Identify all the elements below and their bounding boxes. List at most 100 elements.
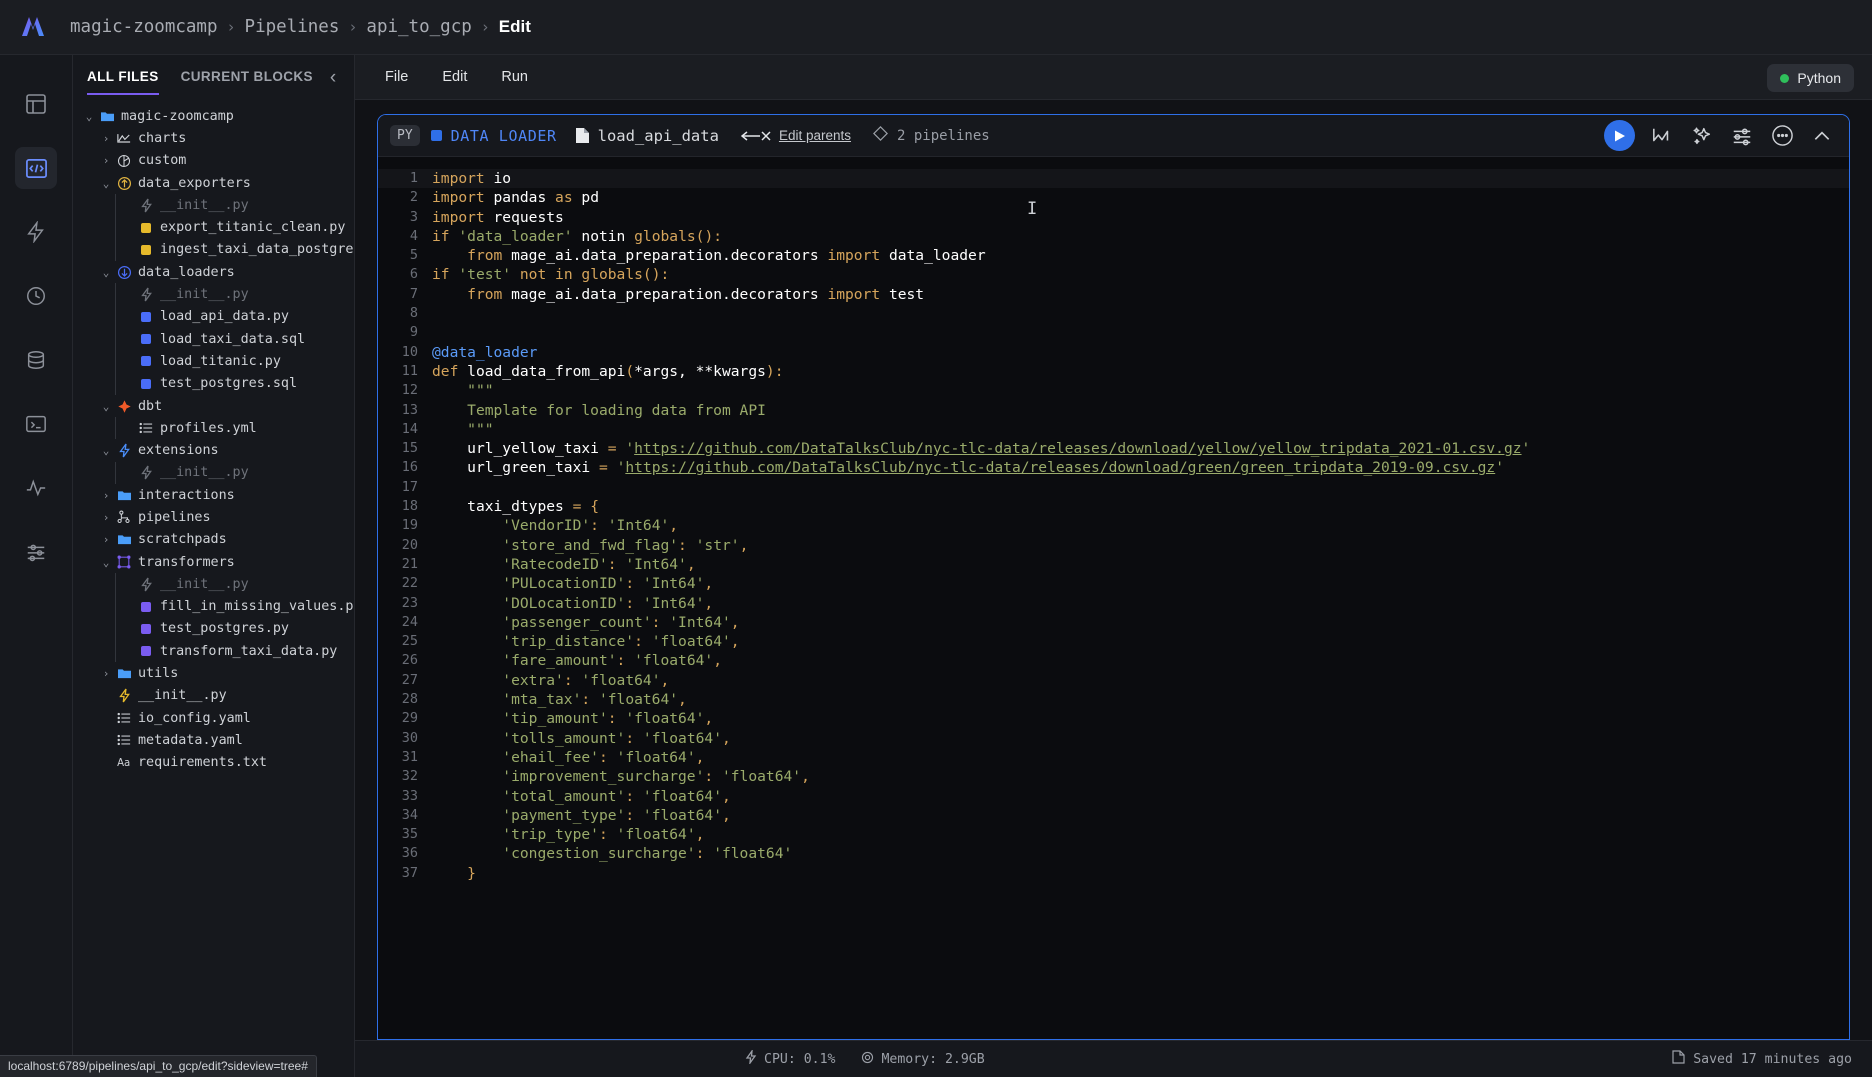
menu-run[interactable]: Run <box>489 63 540 91</box>
code-line[interactable]: 23 'DOLocationID': 'Int64', <box>378 594 1849 613</box>
tree-item-interactions[interactable]: ›interactions <box>73 484 354 506</box>
pipeline-runs-icon[interactable] <box>15 339 57 381</box>
code-line[interactable]: 5 from mage_ai.data_preparation.decorato… <box>378 246 1849 265</box>
terminal-icon[interactable] <box>15 403 57 445</box>
code-line[interactable]: 16 url_green_taxi = 'https://github.com/… <box>378 458 1849 477</box>
tree-item-load-taxi-data-sql[interactable]: ›load_taxi_data.sql <box>73 328 354 350</box>
code-line[interactable]: 25 'trip_distance': 'float64', <box>378 632 1849 651</box>
tree-item-load-titanic-py[interactable]: ›load_titanic.py <box>73 350 354 372</box>
menu-edit[interactable]: Edit <box>430 63 479 91</box>
tree-caret-icon[interactable]: ⌄ <box>98 266 114 279</box>
tree-item-utils[interactable]: ›utils <box>73 662 354 684</box>
tree-caret-icon[interactable]: ⌄ <box>98 400 114 413</box>
tree-item-test-postgres-sql[interactable]: ›test_postgres.sql <box>73 373 354 395</box>
tree-caret-icon[interactable]: › <box>98 132 114 145</box>
tree-caret-icon[interactable]: › <box>98 511 114 524</box>
code-line[interactable]: 3import requests <box>378 208 1849 227</box>
tree-item--init-py[interactable]: ›__init__.py <box>73 573 354 595</box>
menu-file[interactable]: File <box>373 63 420 91</box>
code-line[interactable]: 20 'store_and_fwd_flag': 'str', <box>378 536 1849 555</box>
tree-item--init-py[interactable]: ›__init__.py <box>73 462 354 484</box>
pipelines-count[interactable]: 2 pipelines <box>873 126 990 145</box>
code-line[interactable]: 34 'payment_type': 'float64', <box>378 806 1849 825</box>
code-line[interactable]: 30 'tolls_amount': 'float64', <box>378 729 1849 748</box>
tree-caret-icon[interactable]: ⌄ <box>81 110 97 123</box>
history-clock-icon[interactable] <box>15 275 57 317</box>
dashboard-icon[interactable] <box>15 83 57 125</box>
breadcrumb-item-pipeline[interactable]: api_to_gcp <box>366 17 471 37</box>
code-line[interactable]: 9 <box>378 323 1849 342</box>
tree-item-requirements-txt[interactable]: ›Aarequirements.txt <box>73 752 354 774</box>
code-line[interactable]: 1import io <box>378 169 1849 188</box>
block-settings-sliders-icon[interactable] <box>1729 123 1755 149</box>
tree-caret-icon[interactable]: ⌄ <box>98 556 114 569</box>
collapse-chevron-up-icon[interactable] <box>1809 123 1835 149</box>
code-line[interactable]: 24 'passenger_count': 'Int64', <box>378 613 1849 632</box>
code-line[interactable]: 31 'ehail_fee': 'float64', <box>378 748 1849 767</box>
collapse-sidebar-chevron-left-icon[interactable]: ‹ <box>320 65 346 91</box>
code-line[interactable]: 26 'fare_amount': 'float64', <box>378 651 1849 670</box>
kernel-status-badge[interactable]: Python <box>1767 64 1854 92</box>
code-line[interactable]: 7 from mage_ai.data_preparation.decorato… <box>378 285 1849 304</box>
tree-caret-icon[interactable]: › <box>98 154 114 167</box>
code-editor-icon[interactable] <box>15 147 57 189</box>
tree-item-custom[interactable]: ›custom <box>73 150 354 172</box>
tree-item-transform-taxi-data-py[interactable]: ›transform_taxi_data.py <box>73 640 354 662</box>
run-block-button[interactable] <box>1604 120 1635 151</box>
tree-item-io-config-yaml[interactable]: ›io_config.yaml <box>73 707 354 729</box>
settings-sliders-icon[interactable] <box>15 531 57 573</box>
monitor-activity-icon[interactable] <box>15 467 57 509</box>
edit-parents-link[interactable]: Edit parents <box>779 128 851 143</box>
code-line[interactable]: 33 'total_amount': 'float64', <box>378 787 1849 806</box>
code-line[interactable]: 6if 'test' not in globals(): <box>378 265 1849 284</box>
tree-item-pipelines[interactable]: ›pipelines <box>73 506 354 528</box>
tree-item-ingest-taxi-data-postgres-py[interactable]: ›ingest_taxi_data_postgres.py <box>73 239 354 261</box>
tree-item-magic-zoomcamp[interactable]: ⌄magic-zoomcamp <box>73 105 354 127</box>
tree-item-test-postgres-py[interactable]: ›test_postgres.py <box>73 618 354 640</box>
ai-sparkles-icon[interactable] <box>1689 123 1715 149</box>
tree-item-transformers[interactable]: ⌄transformers <box>73 551 354 573</box>
code-editor[interactable]: I 1import io2import pandas as pd3import … <box>378 157 1849 1039</box>
chart-icon[interactable] <box>1649 123 1675 149</box>
tree-item-dbt[interactable]: ⌄dbt <box>73 395 354 417</box>
code-line[interactable]: 22 'PULocationID': 'Int64', <box>378 574 1849 593</box>
mage-logo[interactable] <box>18 12 48 42</box>
trigger-bolt-icon[interactable] <box>15 211 57 253</box>
code-line[interactable]: 27 'extra': 'float64', <box>378 671 1849 690</box>
code-line[interactable]: 11def load_data_from_api(*args, **kwargs… <box>378 362 1849 381</box>
code-line[interactable]: 28 'mta_tax': 'float64', <box>378 690 1849 709</box>
code-line[interactable]: 12 """ <box>378 381 1849 400</box>
code-line[interactable]: 8 <box>378 304 1849 323</box>
code-line[interactable]: 17 <box>378 478 1849 497</box>
tree-caret-icon[interactable]: ⌄ <box>98 444 114 457</box>
block-name-label[interactable]: load_api_data <box>598 127 719 145</box>
tree-caret-icon[interactable]: › <box>98 489 114 502</box>
code-line[interactable]: 19 'VendorID': 'Int64', <box>378 516 1849 535</box>
breadcrumb-item-pipelines[interactable]: Pipelines <box>245 17 340 37</box>
tree-item-data-loaders[interactable]: ⌄data_loaders <box>73 261 354 283</box>
tree-item-load-api-data-py[interactable]: ›load_api_data.py <box>73 306 354 328</box>
code-line[interactable]: 4if 'data_loader' notin globals(): <box>378 227 1849 246</box>
code-line[interactable]: 21 'RatecodeID': 'Int64', <box>378 555 1849 574</box>
tree-item-export-titanic-clean-py[interactable]: ›export_titanic_clean.py <box>73 216 354 238</box>
tree-item-fill-in-missing-values-py[interactable]: ›fill_in_missing_values.py <box>73 596 354 618</box>
tree-item-charts[interactable]: ›charts <box>73 127 354 149</box>
tree-caret-icon[interactable]: › <box>98 667 114 680</box>
code-line[interactable]: 32 'improvement_surcharge': 'float64', <box>378 767 1849 786</box>
code-line[interactable]: 2import pandas as pd <box>378 188 1849 207</box>
tab-current-blocks[interactable]: CURRENT BLOCKS <box>181 69 313 95</box>
tree-item--init-py[interactable]: ›__init__.py <box>73 685 354 707</box>
code-line[interactable]: 29 'tip_amount': 'float64', <box>378 709 1849 728</box>
code-line[interactable]: 36 'congestion_surcharge': 'float64' <box>378 844 1849 863</box>
code-line[interactable]: 18 taxi_dtypes = { <box>378 497 1849 516</box>
tree-caret-icon[interactable]: › <box>98 533 114 546</box>
tree-item-extensions[interactable]: ⌄extensions <box>73 439 354 461</box>
tree-item--init-py[interactable]: ›__init__.py <box>73 283 354 305</box>
code-line[interactable]: 13 Template for loading data from API <box>378 401 1849 420</box>
tree-item-metadata-yaml[interactable]: ›metadata.yaml <box>73 729 354 751</box>
tab-all-files[interactable]: ALL FILES <box>87 69 159 95</box>
more-options-icon[interactable] <box>1769 123 1795 149</box>
code-line[interactable]: 35 'trip_type': 'float64', <box>378 825 1849 844</box>
tree-item-profiles-yml[interactable]: ›profiles.yml <box>73 417 354 439</box>
tree-item-data-exporters[interactable]: ⌄data_exporters <box>73 172 354 194</box>
